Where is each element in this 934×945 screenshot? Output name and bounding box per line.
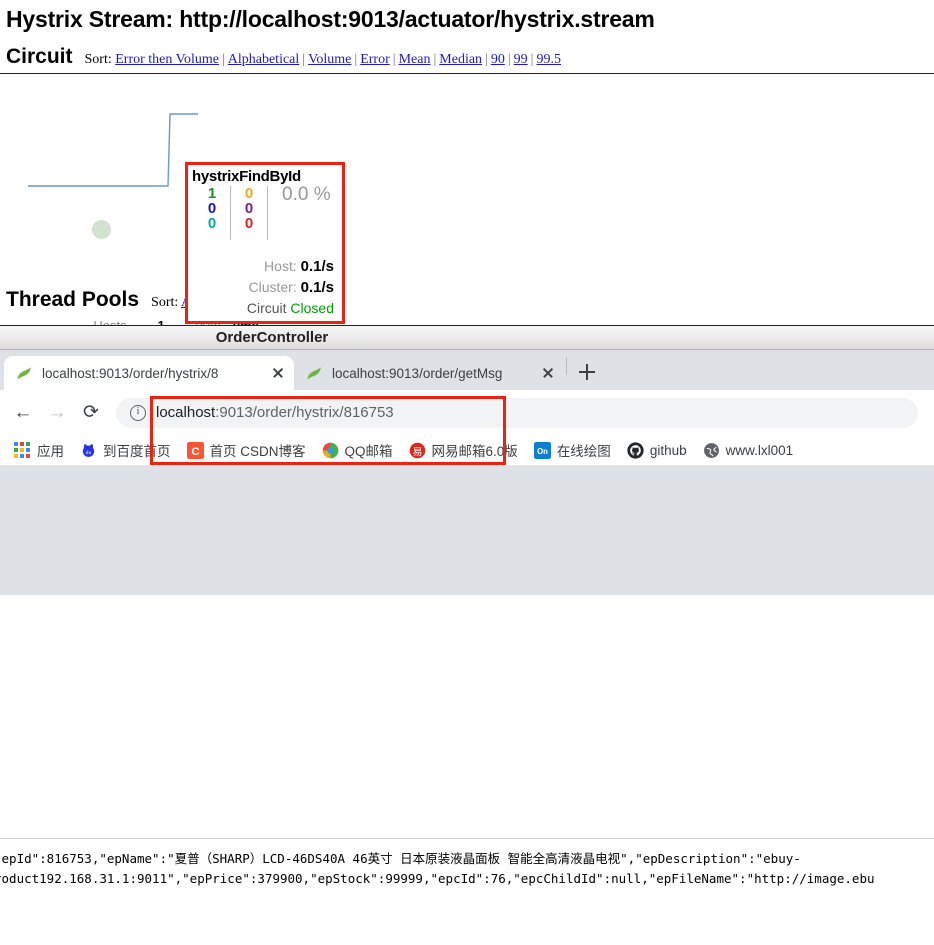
- response-body: "epId":816753,"epName":"夏普（SHARP）LCD-46D…: [0, 838, 934, 945]
- sort-link-99[interactable]: 99: [514, 52, 528, 67]
- host-label: Host:: [264, 258, 297, 274]
- circuit-card-hystrixfindbyid[interactable]: hystrixFindById 1 0 0 0 0 0 0.0 % Host:: [185, 162, 345, 324]
- hystrix-dashboard: Hystrix Stream: http://localhost:9013/ac…: [0, 0, 934, 350]
- bookmark-label: 首页 CSDN博客: [209, 444, 306, 459]
- cluster-rate-value: 0.1/s: [300, 279, 334, 296]
- page-title: Hystrix Stream: http://localhost:9013/ac…: [6, 6, 655, 32]
- counter-divider-2: [267, 186, 268, 240]
- host-rate-value: 0.1/s: [300, 258, 334, 275]
- spring-leaf-icon: [16, 365, 33, 382]
- browser-toolbar: ← → ⟳ localhost:9013/order/hystrix/81675…: [0, 390, 934, 435]
- threadpool-name: OrderController: [215, 329, 329, 346]
- bookmark-label: github: [649, 442, 687, 458]
- counter-failure: 0: [244, 215, 254, 232]
- qq-mail-icon: [322, 442, 339, 459]
- circuit-sort-label: Sort:: [84, 52, 112, 67]
- bookmark-github[interactable]: github: [619, 440, 695, 461]
- info-circle-icon[interactable]: [130, 404, 146, 421]
- chrome-browser-window: localhost:9013/order/hystrix/8 localhost…: [0, 350, 934, 945]
- circuit-body: hystrixFindById 1 0 0 0 0 0 0.0 % Host:: [0, 74, 934, 350]
- netease-icon: 易: [409, 442, 426, 459]
- url-text: localhost:9013/order/hystrix/816753: [156, 404, 394, 421]
- tab-hystrix[interactable]: localhost:9013/order/hystrix/8: [4, 356, 294, 390]
- bookmark-netease[interactable]: 易 网易邮箱6.0版: [401, 438, 526, 462]
- svg-text:du: du: [86, 450, 92, 456]
- sort-link-median[interactable]: Median: [439, 52, 482, 67]
- close-icon[interactable]: [540, 365, 556, 381]
- circuit-counters: 1 0 0 0 0 0 0.0 %: [188, 184, 342, 240]
- bookmark-csdn[interactable]: C 首页 CSDN博客: [179, 438, 314, 462]
- circuit-section-header: Circuit Sort: Error then Volume | Alphabet…: [0, 45, 934, 69]
- bookmark-apps[interactable]: 应用: [6, 438, 72, 462]
- sort-link-995[interactable]: 99.5: [536, 52, 561, 67]
- forward-button[interactable]: →: [42, 398, 72, 428]
- host-rate-row: Host: 0.1/s: [188, 258, 342, 275]
- circuit-volume-bubble: [92, 220, 111, 239]
- bookmark-lxl001[interactable]: www.lxl001: [695, 440, 802, 461]
- bookmark-label: 网易邮箱6.0版: [431, 444, 518, 459]
- close-icon[interactable]: [270, 365, 286, 381]
- circuit-sparkline: [28, 113, 198, 187]
- bookmark-label: 到百度首页: [103, 444, 171, 459]
- bookmark-label: 应用: [37, 444, 64, 459]
- on-icon: On: [533, 441, 551, 459]
- github-icon: [627, 441, 644, 459]
- counter-success: 1: [207, 185, 217, 202]
- tab-getmsg[interactable]: localhost:9013/order/getMsg: [294, 356, 564, 390]
- response-line-1: "epId":816753,"epName":"夏普（SHARP）LCD-46D…: [0, 851, 801, 866]
- counter-column-right: 0 0 0: [239, 186, 259, 231]
- apps-grid-icon: [14, 441, 31, 459]
- svg-text:易: 易: [412, 445, 422, 457]
- bookmark-label: 在线绘图: [556, 444, 611, 459]
- error-percentage: 0.0 %: [282, 184, 331, 205]
- baidu-paw-icon: du: [80, 442, 97, 459]
- response-line-2: roduct192.168.31.1:9011","epPrice":37990…: [0, 871, 875, 886]
- circuit-status-row: Circuit Closed: [188, 300, 342, 316]
- counter-short-circuited: 0: [207, 200, 217, 217]
- spring-leaf-icon: [306, 365, 323, 382]
- back-button[interactable]: ←: [8, 398, 38, 428]
- sort-link-volume[interactable]: Volume: [308, 52, 351, 67]
- address-bar[interactable]: localhost:9013/order/hystrix/816753: [116, 397, 918, 428]
- svg-text:C: C: [191, 445, 199, 457]
- csdn-c-icon: C: [186, 441, 204, 459]
- cluster-label: Cluster:: [248, 279, 297, 295]
- circuit-sort-links: Sort: Error then Volume | Alphabetical | Vol…: [84, 52, 561, 67]
- url-path: :9013/order/hystrix/816753: [215, 404, 394, 421]
- bookmarks-bar: 应用 du 到百度首页 C 首页 CSDN博客 QQ邮箱 易 网易邮箱6.0版 …: [0, 435, 934, 466]
- tab-separator: [566, 357, 567, 375]
- circuit-status-label: Circuit: [246, 300, 287, 316]
- counter-timeout: 0: [244, 185, 254, 202]
- circuit-card-name: hystrixFindById: [192, 168, 301, 185]
- tab-title: localhost:9013/order/hystrix/8: [42, 365, 219, 381]
- circuit-title: Circuit: [6, 45, 73, 68]
- sort-link-alphabetical[interactable]: Alphabetical: [228, 52, 300, 67]
- counter-divider-1: [230, 186, 231, 240]
- bookmark-label: www.lxl001: [725, 442, 794, 458]
- counter-bad-request: 0: [207, 215, 217, 232]
- reload-button[interactable]: ⟳: [76, 398, 106, 428]
- sort-link-error[interactable]: Error: [360, 52, 390, 67]
- globe-icon: [703, 442, 720, 459]
- threadpools-title: Thread Pools: [6, 288, 140, 311]
- cluster-rate-row: Cluster: 0.1/s: [188, 279, 342, 296]
- counter-column-left: 1 0 0: [202, 186, 222, 231]
- bookmark-qqmail[interactable]: QQ邮箱: [314, 438, 401, 462]
- new-tab-button[interactable]: [573, 358, 601, 386]
- sort-link-error-then-volume[interactable]: Error then Volume: [115, 52, 219, 67]
- circuit-status-badge: Closed: [290, 300, 334, 316]
- svg-text:On: On: [537, 447, 548, 456]
- bookmark-label: QQ邮箱: [344, 444, 393, 459]
- tab-title: localhost:9013/order/getMsg: [332, 365, 503, 381]
- bookmark-online-draw[interactable]: On 在线绘图: [526, 438, 619, 462]
- threadpools-sort-label: Sort:: [151, 295, 179, 310]
- counter-thread-pool-rejected: 0: [244, 200, 254, 217]
- bookmark-baidu[interactable]: du 到百度首页: [72, 438, 179, 462]
- url-host: localhost: [156, 404, 216, 421]
- tab-strip: localhost:9013/order/hystrix/8 localhost…: [0, 350, 934, 390]
- sort-link-mean[interactable]: Mean: [399, 52, 431, 67]
- sort-link-90[interactable]: 90: [491, 52, 505, 67]
- threadpool-header-bar: OrderController: [0, 325, 934, 350]
